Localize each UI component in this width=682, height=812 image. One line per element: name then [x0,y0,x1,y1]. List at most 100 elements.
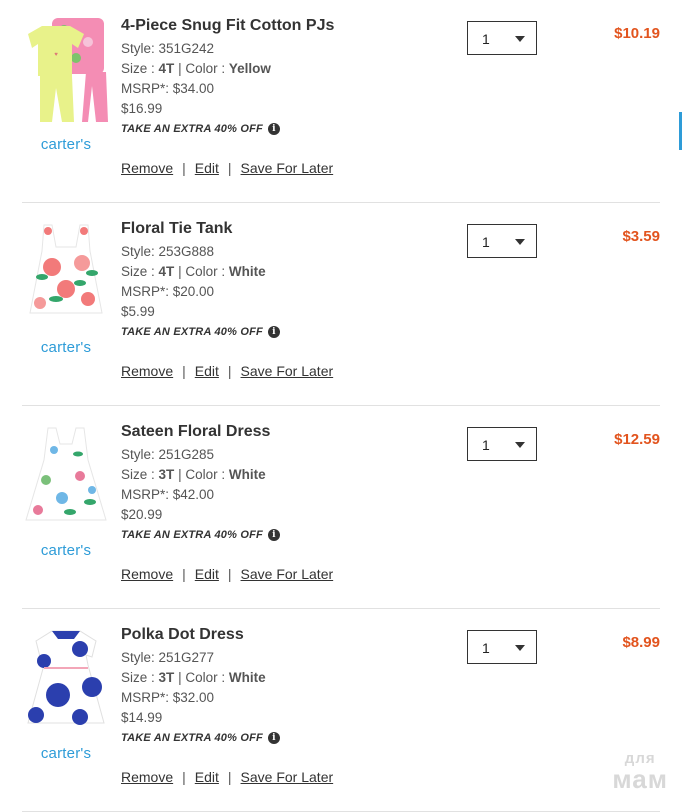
edit-link[interactable]: Edit [195,566,219,582]
size-value: 3T [158,467,175,482]
size-label: Size : [121,264,155,279]
size-value: 4T [158,264,175,279]
chevron-down-icon [515,36,525,42]
product-size-color: Size : 4T | Color : White [121,262,441,282]
save-for-later-link[interactable]: Save For Later [241,363,334,379]
floral-dress-image [25,427,107,521]
chevron-down-icon [515,239,525,245]
msrp: MSRP*: $32.00 [121,690,215,705]
remove-link[interactable]: Remove [121,363,173,379]
item-total-price: $8.99 [622,634,660,651]
cart-item: carter's Sateen Floral Dress Style: 251G… [22,406,660,609]
promo-label: TAKE AN EXTRA 40% OFF [121,326,263,338]
color-label: | Color : [178,61,226,76]
color-label: | Color : [178,264,226,279]
cart-item: carter's Floral Tie Tank Style: 253G888 … [22,203,660,406]
promo-text: TAKE AN EXTRA 40% OFF i [121,732,441,744]
promo-text: TAKE AN EXTRA 40% OFF i [121,123,441,135]
separator: | [227,160,232,176]
item-details: Floral Tie Tank Style: 253G888 Size : 4T… [121,219,441,338]
info-icon[interactable]: i [267,529,280,541]
size-label: Size : [121,467,155,482]
quantity-select[interactable]: 1 [467,630,537,664]
product-name[interactable]: 4-Piece Snug Fit Cotton PJs [121,16,441,36]
sale-price: $5.99 [121,304,155,319]
chevron-down-icon [515,645,525,651]
info-icon[interactable]: i [267,326,280,338]
chevron-down-icon [515,442,525,448]
product-image-tank[interactable] [22,217,110,325]
remove-link[interactable]: Remove [121,769,173,785]
item-total-price: $10.19 [614,25,660,42]
color-value: White [228,670,266,685]
promo-label: TAKE AN EXTRA 40% OFF [121,732,263,744]
item-details: Sateen Floral Dress Style: 251G285 Size … [121,422,441,541]
polka-dot-dress-image [27,630,105,725]
brand-logo: carter's [40,136,92,153]
item-total-price: $3.59 [622,228,660,245]
info-icon[interactable]: i [267,732,280,744]
product-size-color: Size : 3T | Color : White [121,465,441,485]
product-style: Style: 351G242 [121,41,215,56]
promo-label: TAKE AN EXTRA 40% OFF [121,529,263,541]
product-name[interactable]: Floral Tie Tank [121,219,441,239]
quantity-value: 1 [482,31,490,47]
item-details: Polka Dot Dress Style: 251G277 Size : 3T… [121,625,441,744]
edit-link[interactable]: Edit [195,769,219,785]
remove-link[interactable]: Remove [121,566,173,582]
watermark-line-2: мам [612,764,668,794]
separator: | [182,566,186,582]
product-image-pajamas[interactable]: ♥ [22,14,110,122]
product-style: Style: 253G888 [121,244,215,259]
color-label: | Color : [178,670,226,685]
item-actions: Remove | Edit | Save For Later [121,566,333,582]
color-label: | Color : [178,467,226,482]
separator: | [227,566,232,582]
product-name[interactable]: Sateen Floral Dress [121,422,441,442]
msrp: MSRP*: $20.00 [121,284,215,299]
quantity-value: 1 [482,640,490,656]
brand-logo: carter's [40,745,92,762]
edit-link[interactable]: Edit [195,363,219,379]
save-for-later-link[interactable]: Save For Later [241,769,334,785]
size-value: 3T [158,670,175,685]
msrp: MSRP*: $42.00 [121,487,215,502]
remove-link[interactable]: Remove [121,160,173,176]
floral-tank-image [29,224,103,314]
size-value: 4T [158,61,175,76]
save-for-later-link[interactable]: Save For Later [241,160,334,176]
separator: | [227,363,232,379]
sale-price: $20.99 [121,507,163,522]
pajama-set-image: ♥ [28,18,108,122]
edit-link[interactable]: Edit [195,160,219,176]
promo-text: TAKE AN EXTRA 40% OFF i [121,326,441,338]
product-image-polka-dress[interactable] [22,623,110,731]
product-name[interactable]: Polka Dot Dress [121,625,441,645]
quantity-value: 1 [482,437,490,453]
sale-price: $16.99 [121,101,163,116]
item-total-price: $12.59 [614,431,660,448]
promo-label: TAKE AN EXTRA 40% OFF [121,123,263,135]
product-image-dress[interactable] [22,420,110,528]
item-actions: Remove | Edit | Save For Later [121,160,333,176]
size-label: Size : [121,61,155,76]
color-value: White [228,264,266,279]
brand-logo: carter's [40,542,92,559]
item-actions: Remove | Edit | Save For Later [121,363,333,379]
product-size-color: Size : 3T | Color : White [121,668,441,688]
info-icon[interactable]: i [267,123,280,135]
quantity-select[interactable]: 1 [467,427,537,461]
quantity-value: 1 [482,234,490,250]
product-style: Style: 251G277 [121,650,215,665]
product-size-color: Size : 4T | Color : Yellow [121,59,441,79]
quantity-select[interactable]: 1 [467,224,537,258]
cart-item: ♥ carter's 4-Piece Snug Fit Cotton PJs S… [22,0,660,203]
quantity-select[interactable]: 1 [467,21,537,55]
item-details: 4-Piece Snug Fit Cotton PJs Style: 351G2… [121,16,441,135]
sale-price: $14.99 [121,710,163,725]
watermark: для мам [612,751,668,792]
item-actions: Remove | Edit | Save For Later [121,769,333,785]
promo-text: TAKE AN EXTRA 40% OFF i [121,529,441,541]
svg-text:♥: ♥ [54,52,58,58]
save-for-later-link[interactable]: Save For Later [241,566,334,582]
